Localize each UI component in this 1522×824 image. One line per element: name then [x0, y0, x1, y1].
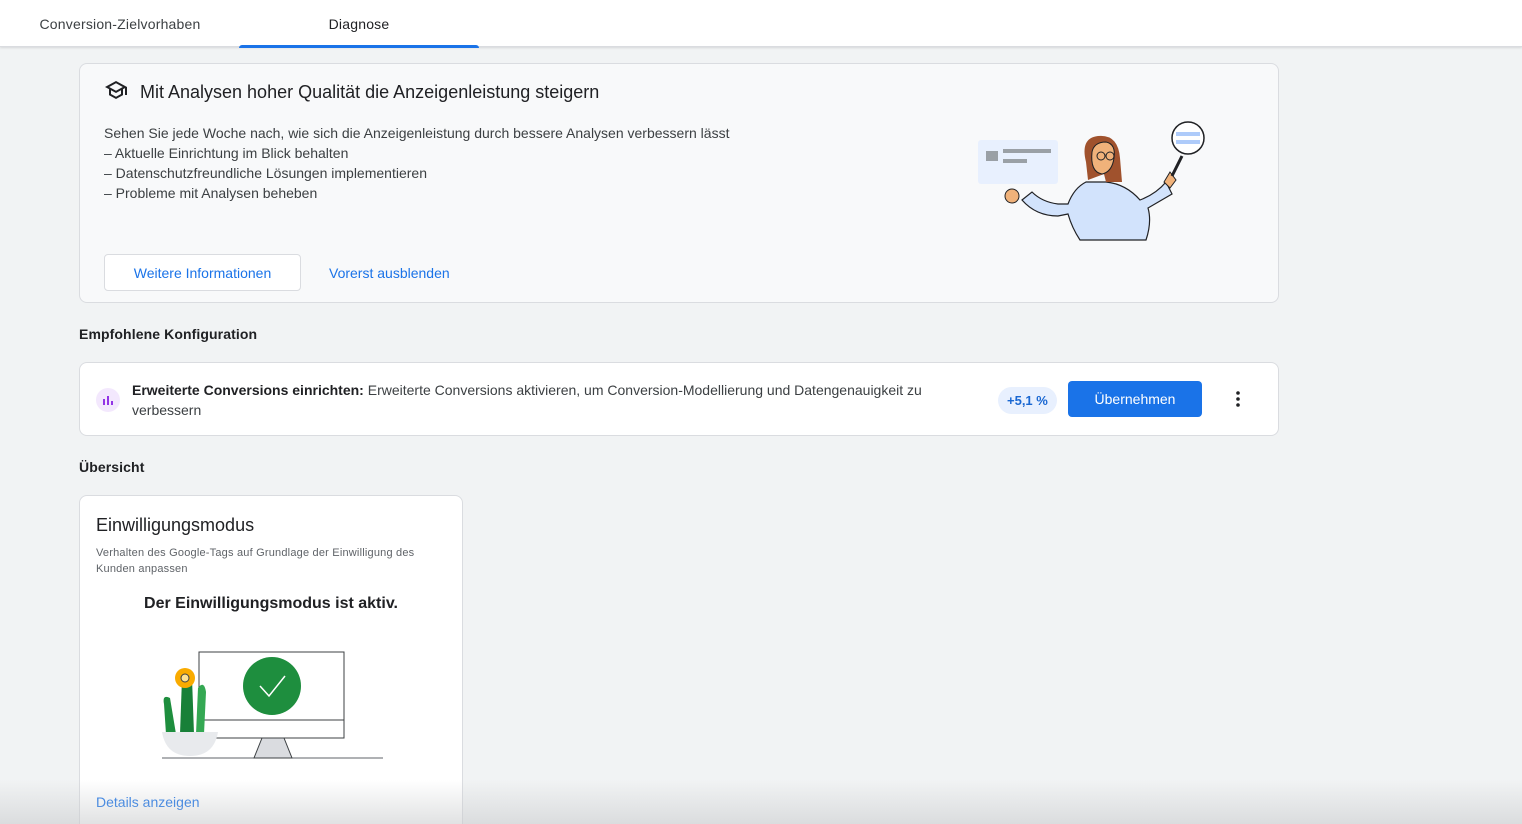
promo-bullet: – Aktuelle Einrichtung im Blick behalten: [104, 145, 349, 161]
dismiss-button[interactable]: Vorerst ausblenden: [329, 254, 450, 291]
school-cap-icon: [104, 78, 128, 107]
section-heading-overview: Übersicht: [79, 459, 145, 475]
recommendation-card: Erweiterte Conversions einrichten: Erwei…: [79, 362, 1279, 436]
promo-intro: Sehen Sie jede Woche nach, wie sich die …: [104, 125, 730, 141]
monitor-check-illustration: [158, 638, 384, 765]
card-title: Einwilligungsmodus: [96, 515, 255, 535]
status-text: Der Einwilligungsmodus ist aktiv.: [144, 595, 398, 612]
check-circle-icon: [243, 657, 301, 715]
promo-card: Mit Analysen hoher Qualität die Anzeigen…: [79, 63, 1279, 303]
tab-diagnostics[interactable]: Diagnose: [239, 0, 479, 48]
consent-mode-card: Einwilligungsmodus Verhalten des Google-…: [79, 495, 463, 824]
details-link[interactable]: Details anzeigen: [96, 794, 200, 810]
uplift-badge: +5,1 %: [998, 387, 1057, 414]
promo-description: Sehen Sie jede Woche nach, wie sich die …: [104, 123, 729, 203]
tab-conversion-goals[interactable]: Conversion-Zielvorhaben: [0, 0, 240, 47]
promo-header: Mit Analysen hoher Qualität die Anzeigen…: [104, 78, 599, 107]
tab-bar: Conversion-Zielvorhaben Diagnose: [0, 0, 1522, 48]
promo-title: Mit Analysen hoher Qualität die Anzeigen…: [140, 82, 600, 102]
more-vert-icon[interactable]: [1226, 386, 1250, 412]
recommendation-text: Erweiterte Conversions einrichten: Erwei…: [132, 380, 962, 420]
recommendation-title: Erweiterte Conversions einrichten:: [132, 382, 364, 398]
promo-bullet: – Datenschutzfreundliche Lösungen implem…: [104, 165, 427, 181]
bar-chart-icon: [96, 388, 120, 412]
card-description: Verhalten des Google-Tags auf Grundlage …: [96, 547, 415, 575]
promo-bullet: – Probleme mit Analysen beheben: [104, 185, 318, 201]
apply-button[interactable]: Übernehmen: [1068, 381, 1202, 417]
analyst-illustration: [976, 118, 1216, 247]
section-heading-recommended: Empfohlene Konfiguration: [79, 326, 258, 342]
learn-more-button[interactable]: Weitere Informationen: [104, 254, 301, 291]
